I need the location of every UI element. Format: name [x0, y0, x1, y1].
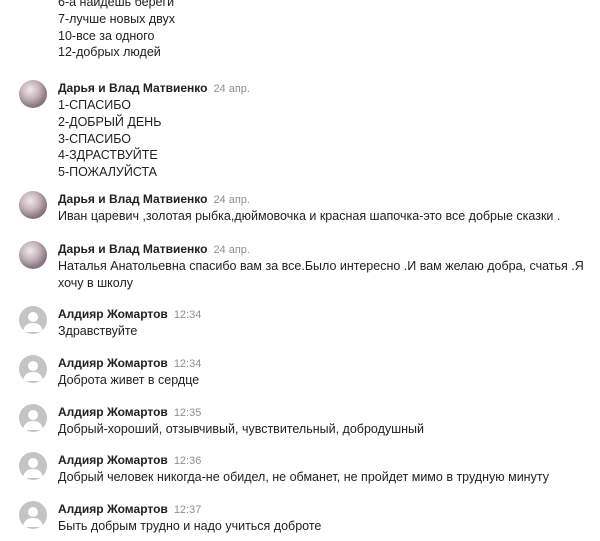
comment-text: Быть добрым трудно и надо учиться доброт… — [58, 518, 588, 535]
comment-header: Дарья и Влад Матвиенко 24 апр. — [58, 80, 250, 95]
comment-feed: 6-а найдешь береги 7-лучше новых двух 10… — [0, 0, 600, 541]
comment-timestamp[interactable]: 12:34 — [174, 309, 202, 321]
comment-timestamp[interactable]: 24 апр. — [213, 83, 250, 95]
default-user-avatar[interactable] — [19, 501, 47, 529]
comment-header: Алдияр Жомартов 12:37 — [58, 501, 201, 516]
comment-line: 6-а найдешь береги — [58, 0, 175, 9]
comment-timestamp[interactable]: 12:37 — [174, 504, 202, 516]
comment-line: 1-СПАСИБО — [58, 98, 131, 112]
comment-line: 3-СПАСИБО — [58, 131, 131, 146]
comment-line: Быть добрым трудно и надо учиться доброт… — [58, 519, 322, 533]
comment-line: Наталья Анатольевна спасибо вам за все.Б… — [58, 259, 584, 290]
comment-line: 12-добрых людей — [58, 45, 161, 60]
comment-header: Алдияр Жомартов 12:36 — [58, 452, 201, 467]
comment-header: Алдияр Жомартов 12:34 — [58, 306, 201, 321]
comment-line: Добрый человек никогда-не обидел, не обм… — [58, 470, 549, 484]
comment-line: 10-все за одного — [58, 28, 155, 43]
person-icon — [23, 312, 43, 332]
user-avatar[interactable] — [19, 241, 47, 269]
comment-text: Иван царевич ,золотая рыбка,дюймовочка и… — [58, 208, 588, 225]
comment-text: Доброта живет в сердце — [58, 372, 588, 389]
comment-line: 7-лучше новых двух — [58, 11, 175, 26]
person-icon — [23, 507, 43, 527]
person-icon — [23, 410, 43, 430]
default-user-avatar[interactable] — [19, 355, 47, 383]
comment-timestamp[interactable]: 12:34 — [174, 358, 202, 370]
comment-author[interactable]: Дарья и Влад Матвиенко — [58, 81, 207, 95]
comment-author[interactable]: Алдияр Жомартов — [58, 502, 168, 516]
previous-comment-continuation: 6-а найдешь береги 7-лучше новых двух 10… — [58, 0, 175, 61]
default-user-avatar[interactable] — [19, 404, 47, 432]
comment-line: Здравствуйте — [58, 324, 138, 338]
comment-author[interactable]: Алдияр Жомартов — [58, 405, 168, 419]
comment-line: 4-ЗДРАСТВУЙТЕ — [58, 148, 158, 163]
comment-header: Дарья и Влад Матвиенко 24 апр. — [58, 191, 250, 206]
comment-header: Алдияр Жомартов 12:34 — [58, 355, 201, 370]
comment-line: Иван царевич ,золотая рыбка,дюймовочка и… — [58, 209, 561, 223]
comment-author[interactable]: Дарья и Влад Матвиенко — [58, 192, 207, 206]
comment-timestamp[interactable]: 12:35 — [174, 407, 202, 419]
comment-header: Дарья и Влад Матвиенко 24 апр. — [58, 241, 250, 256]
comment-author[interactable]: Алдияр Жомартов — [58, 307, 168, 321]
comment-text: 1-СПАСИБО 2-ДОБРЫЙ ДЕНЬ 3-СПАСИБО 4-ЗДРА… — [58, 97, 588, 181]
default-user-avatar[interactable] — [19, 306, 47, 334]
comment-text: Добрый-хороший, отзывчивый, чувствительн… — [58, 421, 588, 438]
person-icon — [23, 458, 43, 478]
comment-timestamp[interactable]: 12:36 — [174, 455, 202, 467]
comment-line: Добрый-хороший, отзывчивый, чувствительн… — [58, 422, 425, 436]
comment-header: Алдияр Жомартов 12:35 — [58, 404, 201, 419]
comment-line: 5-ПОЖАЛУЙСТА — [58, 165, 157, 180]
person-icon — [23, 361, 43, 381]
comment-line: 2-ДОБРЫЙ ДЕНЬ — [58, 114, 162, 129]
comment-text: Наталья Анатольевна спасибо вам за все.Б… — [58, 258, 588, 292]
comment-author[interactable]: Дарья и Влад Матвиенко — [58, 242, 207, 256]
comment-timestamp[interactable]: 24 апр. — [213, 244, 250, 256]
comment-line: Доброта живет в сердце — [58, 373, 200, 387]
user-avatar[interactable] — [19, 191, 47, 219]
user-avatar[interactable] — [19, 80, 47, 108]
comment-author[interactable]: Алдияр Жомартов — [58, 453, 168, 467]
comment-author[interactable]: Алдияр Жомартов — [58, 356, 168, 370]
comment-timestamp[interactable]: 24 апр. — [213, 194, 250, 206]
default-user-avatar[interactable] — [19, 452, 47, 480]
comment-text: Добрый человек никогда-не обидел, не обм… — [58, 469, 588, 486]
comment-text: Здравствуйте — [58, 323, 588, 340]
